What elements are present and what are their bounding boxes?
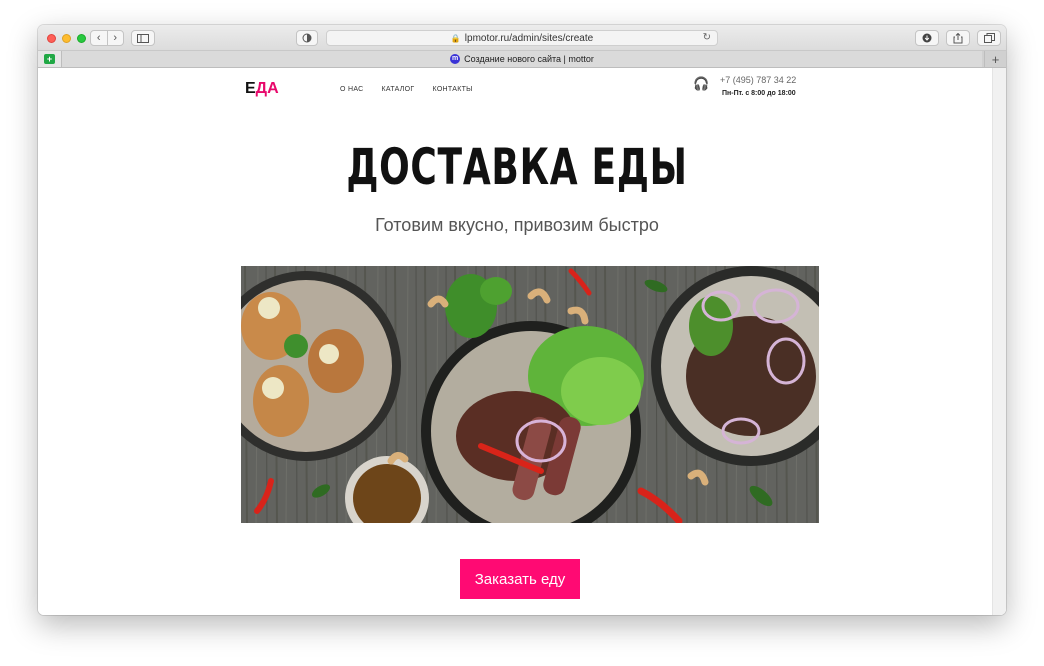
minimize-window-button[interactable]: [62, 34, 71, 43]
close-window-button[interactable]: [47, 34, 56, 43]
hero-title: ДОСТАВКА ЕДЫ: [346, 138, 688, 196]
hero-subtitle: Готовим вкусно, привозим быстро: [375, 215, 659, 235]
page-content: ЕДА О НАС КАТАЛОГ КОНТАКТЫ 🎧 +7 (495) 78…: [38, 68, 1006, 615]
lock-icon: 🔒: [450, 33, 461, 43]
working-hours: Пн-Пт. с 8:00 до 18:00: [722, 90, 796, 97]
download-icon: [922, 33, 932, 43]
history-nav: ‹ ›: [90, 30, 124, 46]
tab-overview-button[interactable]: [977, 30, 1001, 46]
shield-icon: [302, 33, 312, 43]
address-bar[interactable]: 🔒 lpmotor.ru/admin/sites/create ↻: [326, 30, 718, 46]
downloads-button[interactable]: [915, 30, 939, 46]
hero-food-image: [241, 266, 819, 523]
share-icon: [953, 32, 963, 43]
window-controls: [47, 34, 86, 43]
new-tab-button[interactable]: +: [984, 51, 1006, 67]
url-text: lpmotor.ru/admin/sites/create: [464, 32, 594, 44]
tabs-icon: [983, 33, 995, 43]
pinned-tab[interactable]: +: [38, 51, 62, 67]
nav-link-contacts[interactable]: КОНТАКТЫ: [433, 86, 473, 93]
headset-icon: 🎧: [693, 76, 710, 91]
share-button[interactable]: [946, 30, 970, 46]
reload-icon[interactable]: ↻: [703, 32, 711, 43]
nav-link-about[interactable]: О НАС: [340, 86, 364, 93]
zoom-window-button[interactable]: [77, 34, 86, 43]
privacy-report-button[interactable]: [296, 30, 318, 46]
back-icon[interactable]: ‹: [91, 31, 107, 45]
order-food-button[interactable]: Заказать еду: [460, 559, 580, 599]
sidebar-toggle-button[interactable]: [131, 30, 155, 46]
sidebar-icon: [137, 33, 149, 43]
site-nav: О НАС КАТАЛОГ КОНТАКТЫ: [340, 86, 473, 93]
browser-toolbar: ‹ › 🔒 lpmotor.ru/admin/sites/create ↻: [38, 25, 1006, 51]
tab-active[interactable]: m Создание нового сайта | mottor: [62, 51, 982, 67]
phone-number[interactable]: +7 (495) 787 34 22: [720, 75, 796, 85]
browser-window: ‹ › 🔒 lpmotor.ru/admin/sites/create ↻ + …: [38, 25, 1006, 615]
tab-bar: + m Создание нового сайта | mottor +: [38, 51, 1006, 68]
tab-title: Создание нового сайта | mottor: [464, 54, 594, 64]
mottor-favicon-icon: m: [450, 54, 461, 64]
forward-icon[interactable]: ›: [106, 31, 124, 45]
site-logo[interactable]: ЕДА: [245, 80, 279, 98]
green-plus-icon: +: [44, 54, 55, 64]
nav-link-catalog[interactable]: КАТАЛОГ: [382, 86, 415, 93]
page-scrollbar[interactable]: [992, 68, 1006, 615]
